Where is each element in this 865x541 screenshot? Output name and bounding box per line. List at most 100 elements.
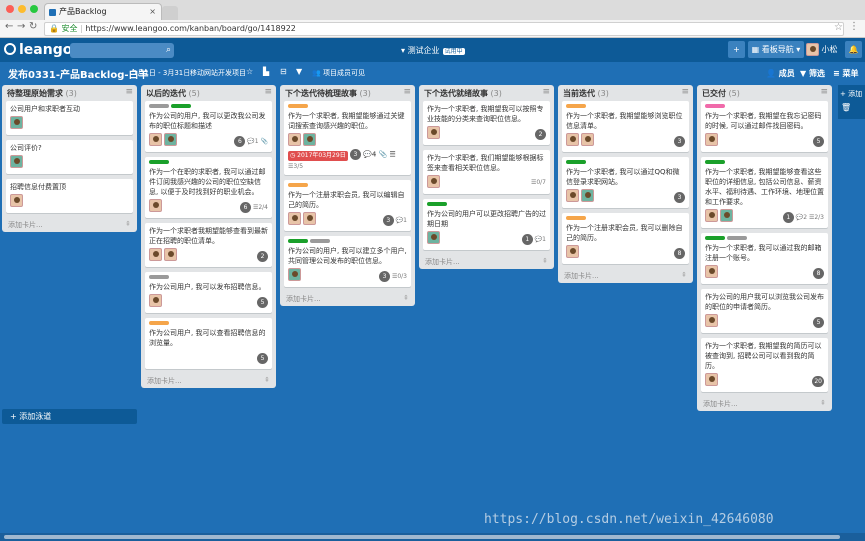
browser-tab[interactable]: 产品Backlog × (44, 3, 162, 20)
close-tab-icon[interactable]: × (149, 4, 156, 20)
url-input[interactable]: 🔒 安全 | https://www.leangoo.com/kanban/bo… (44, 22, 844, 36)
card[interactable]: 招聘信息付费置顶 (6, 179, 133, 213)
add-card-button[interactable]: 添加卡片... ⇞ (697, 397, 832, 411)
visibility-toggle[interactable]: 👥 项目成员可见 (312, 68, 365, 78)
add-button[interactable]: + (728, 41, 745, 58)
list-title: 当前迭代 (563, 89, 595, 98)
list-menu-icon[interactable]: ≡ (403, 87, 411, 97)
user-menu[interactable]: 小松 (806, 41, 842, 58)
card[interactable]: 作为公司用户, 我可以查看招聘信息的浏览量。 5 (145, 318, 272, 369)
back-icon[interactable]: ← (5, 21, 13, 32)
star-icon[interactable]: ☆ (246, 67, 253, 76)
forward-icon[interactable]: → (17, 21, 25, 32)
list-header[interactable]: 下个迭代就绪故事 (3) ≡ (419, 85, 554, 101)
card[interactable]: 作为一个求职者我期望能够查看到最新正在招聘的职位清单。 2 (145, 223, 272, 267)
list-menu-icon[interactable]: ≡ (820, 87, 828, 97)
settings-icon[interactable]: ⊟ (280, 67, 287, 76)
minimize-window-icon[interactable] (18, 5, 26, 13)
member-avatar (705, 314, 718, 327)
card[interactable]: 公司用户和求职者互动 (6, 101, 133, 135)
add-column-button[interactable]: + 添加 (838, 85, 865, 119)
add-card-button[interactable]: 添加卡片... ⇞ (141, 374, 276, 388)
collapse-icon[interactable]: ⇞ (125, 220, 131, 228)
collapse-icon[interactable]: ⇞ (264, 376, 270, 384)
card[interactable]: 作为一个求职者, 我们期望能够根据标签来查看相关职位信息。 ☰0/7 (423, 150, 550, 194)
card[interactable]: 作为公司的用户我可以浏览我公司发布的职位的申请者简历。 5 (701, 289, 828, 333)
bookmark-star-icon[interactable]: ☆ (834, 22, 843, 33)
card[interactable]: 作为一个注册求职会员, 我可以删除自己的简历。 8 (562, 213, 689, 264)
card[interactable]: 作为一个求职者, 我可以通过我的邮箱注册一个账号。 8 (701, 233, 828, 284)
collapse-icon[interactable]: ⇞ (403, 294, 409, 302)
card-text: 作为一个求职者, 我期望能够通过关键词搜索查询感兴趣的职位。 (288, 112, 405, 130)
search-input[interactable]: ⌕ (70, 43, 174, 58)
scrollbar-thumb[interactable] (4, 535, 840, 539)
checklist-count: 0/7 (536, 179, 546, 186)
close-window-icon[interactable] (6, 5, 14, 13)
board-nav-button[interactable]: ▦ 看板导航 ▾ (748, 41, 804, 58)
card[interactable]: 作为一个注册求职会员, 我可以编辑自己的简历。 3 💬1 (284, 180, 411, 231)
collapse-icon[interactable]: ⇞ (542, 257, 548, 265)
card[interactable]: 作为公司的用户, 我可以建立多个用户, 共同管理公司发布的职位信息。 3 ☰0/3 (284, 236, 411, 287)
list-header[interactable]: 待整理原始需求 (3) ≡ (2, 85, 137, 101)
card[interactable]: 作为一个求职者, 我可以通过QQ和微信登录求职网站。 3 (562, 157, 689, 208)
add-card-button[interactable]: 添加卡片... ⇞ (280, 292, 415, 306)
card[interactable]: 作为公司的用户, 我可以更改我公司发布的职位标题和描述 6 💬1 📎 (145, 101, 272, 152)
notification-bell-icon[interactable]: 🔔 (845, 41, 862, 58)
menu-button[interactable]: ≡ 菜单 (833, 68, 859, 79)
card[interactable]: 作为一个求职者, 我期望在我忘记密码的时候, 可以通过邮件找回密码。 5 (701, 101, 828, 152)
card[interactable]: 作为公司的用户可以更改招聘广告的过期日期 1 💬1 (423, 199, 550, 250)
card[interactable]: 作为一个求职者, 我期望能够通过关键词搜索查询感兴趣的职位。 ◷ 2017年03月… (284, 101, 411, 175)
card[interactable]: 作为一个求职者, 我期望我可以按照专业技能的分类来查询职位信息。 2 (423, 101, 550, 145)
list-menu-icon[interactable]: ≡ (681, 87, 689, 97)
card-meta: 3 ☰0/3 (379, 271, 407, 282)
list-header[interactable]: 已交付 (5) ≡ (697, 85, 832, 101)
browser-menu-icon[interactable]: ⋮ (849, 21, 859, 32)
board-title[interactable]: 发布0331-产品Backlog-白羊 (8, 66, 149, 81)
list-header[interactable]: 下个迭代待梳理故事 (3) ≡ (280, 85, 415, 101)
card-meta: 2 (257, 251, 268, 262)
card[interactable]: 公司评价? (6, 140, 133, 174)
add-card-button[interactable]: 添加卡片... ⇞ (558, 269, 693, 283)
org-switcher[interactable]: ▾ 测试企业 试用中 (401, 45, 465, 56)
label-green (288, 239, 308, 243)
list-menu-icon[interactable]: ≡ (125, 87, 133, 97)
attachment-icon: 📎 (260, 138, 268, 145)
card[interactable]: 作为一个求职者, 我期望能够浏览职位信息清单。 3 (562, 101, 689, 152)
list-menu-icon[interactable]: ≡ (542, 87, 550, 97)
add-card-button[interactable]: 添加卡片... ⇞ (2, 218, 137, 232)
card-text: 作为一个求职者, 我可以通过我的邮箱注册一个账号。 (705, 244, 822, 262)
list-header[interactable]: 以后的迭代 (5) ≡ (141, 85, 276, 101)
member-avatar (720, 209, 733, 222)
card-labels (566, 104, 685, 109)
story-points-badge: 8 (813, 268, 824, 279)
reload-icon[interactable]: ↻ (29, 21, 37, 32)
list-menu-icon[interactable]: ≡ (264, 87, 272, 97)
new-tab-button[interactable] (162, 6, 178, 20)
members-button[interactable]: 👤 成员 (766, 68, 795, 79)
member-avatar (705, 133, 718, 146)
add-card-button[interactable]: 添加卡片... ⇞ (419, 255, 554, 269)
card[interactable]: 作为公司用户, 我可以发布招聘信息。 5 (145, 272, 272, 313)
filter-icon[interactable]: ▼ (296, 67, 302, 76)
board-project: 移动网站开发项目 (190, 69, 246, 77)
list-column: 下个迭代就绪故事 (3) ≡ 作为一个求职者, 我期望我可以按照专业技能的分类来查… (419, 85, 554, 269)
list-count: (3) (597, 89, 609, 98)
board-date-range: 1月1日 - 3月31日 (133, 69, 191, 77)
story-points-badge: 6 (234, 136, 246, 147)
collapse-icon[interactable]: ⇞ (820, 399, 826, 407)
add-swimlane-button[interactable]: + 添加泳道 (2, 409, 137, 424)
filter-button[interactable]: ▼ 筛选 (800, 68, 825, 79)
card-labels (566, 216, 685, 221)
card[interactable]: 作为一个在职的求职者, 我可以通过邮件订阅我感兴趣的公司的职位空缺信息, 以便于… (145, 157, 272, 218)
collapse-icon[interactable]: ⇞ (681, 271, 687, 279)
card[interactable]: 作为一个求职者, 我期望我的简历可以被查询到, 招聘公司可以看到我的简历。 20 (701, 338, 828, 392)
card-text: 招聘信息付费置顶 (10, 183, 66, 191)
maximize-window-icon[interactable] (30, 5, 38, 13)
list-header[interactable]: 当前迭代 (3) ≡ (558, 85, 693, 101)
filter-label: 筛选 (808, 69, 825, 78)
user-name: 小松 (821, 45, 838, 54)
label-green (427, 202, 447, 206)
trash-icon[interactable]: 🗑 (841, 103, 851, 112)
card[interactable]: 作为一个求职者, 我期望能够查看这些职位的详细信息, 包括公司信息、薪资水平、福… (701, 157, 828, 228)
chart-icon[interactable]: ▙ (263, 67, 269, 76)
